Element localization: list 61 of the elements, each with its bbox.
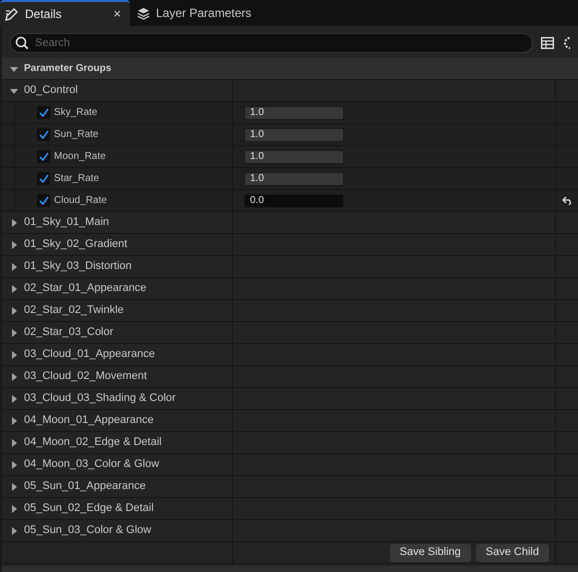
- checkbox[interactable]: [37, 106, 50, 119]
- group-label[interactable]: 02_Star_02_Twinkle: [24, 302, 124, 319]
- caret-right-icon[interactable]: [10, 526, 18, 534]
- group-label[interactable]: 01_Sky_02_Gradient: [24, 236, 128, 253]
- checkbox[interactable]: [37, 194, 50, 207]
- caret-right-icon[interactable]: [10, 504, 18, 512]
- section-title: Parameter Groups: [24, 62, 112, 76]
- group-label[interactable]: 03_Cloud_03_Shading & Color: [24, 390, 176, 407]
- value-field[interactable]: 1.0: [244, 106, 344, 120]
- checkbox[interactable]: [37, 150, 50, 163]
- parameter-label: Sun_Rate: [54, 128, 98, 142]
- value-field[interactable]: 1.0: [244, 128, 344, 142]
- search-icon: [15, 36, 29, 50]
- group-label[interactable]: 04_Moon_02_Edge & Detail: [24, 434, 162, 451]
- group-label[interactable]: 04_Moon_03_Color & Glow: [24, 456, 160, 473]
- group-label[interactable]: 05_Sun_02_Edge & Detail: [24, 500, 154, 517]
- caret-right-icon[interactable]: [10, 482, 18, 490]
- group-label[interactable]: 01_Sky_01_Main: [24, 214, 110, 231]
- group-label[interactable]: 05_Sun_03_Color & Glow: [24, 522, 152, 539]
- caret-right-icon[interactable]: [10, 438, 18, 446]
- parameter-label: Moon_Rate: [54, 150, 106, 164]
- caret-right-icon[interactable]: [10, 262, 18, 270]
- parameter-label: Sky_Rate: [54, 106, 98, 120]
- checkbox[interactable]: [37, 172, 50, 185]
- group-label[interactable]: 04_Moon_01_Appearance: [24, 412, 154, 429]
- value-field[interactable]: 0.0: [244, 194, 344, 208]
- value-field[interactable]: 1.0: [244, 150, 344, 164]
- caret-right-icon[interactable]: [10, 218, 18, 226]
- panel-tab[interactable]: Layer Parameters: [132, 0, 256, 26]
- save-button[interactable]: Save Sibling: [390, 544, 471, 562]
- caret-right-icon[interactable]: [10, 284, 18, 292]
- close-button[interactable]: ×: [109, 4, 125, 24]
- caret-down-icon[interactable]: [10, 64, 18, 72]
- caret-right-icon[interactable]: [10, 416, 18, 424]
- caret-down-icon[interactable]: [10, 86, 18, 94]
- section-header[interactable]: Parameter Groups: [2, 58, 578, 80]
- group-label[interactable]: 03_Cloud_01_Appearance: [24, 346, 155, 363]
- group-label[interactable]: 02_Star_01_Appearance: [24, 280, 146, 297]
- caret-right-icon[interactable]: [10, 328, 18, 336]
- group-label[interactable]: 02_Star_03_Color: [24, 324, 114, 341]
- group-label[interactable]: 01_Sky_03_Distortion: [24, 258, 132, 275]
- panel-tab[interactable]: Details ×: [0, 0, 130, 26]
- save-button[interactable]: Save Child: [476, 544, 549, 562]
- pencil-icon: [5, 7, 19, 21]
- caret-right-icon[interactable]: [10, 350, 18, 358]
- value-field[interactable]: 1.0: [244, 172, 344, 186]
- caret-right-icon[interactable]: [10, 394, 18, 402]
- caret-right-icon[interactable]: [10, 240, 18, 248]
- reset-arrow-icon[interactable]: [562, 196, 572, 205]
- table-icon[interactable]: [541, 37, 554, 49]
- caret-right-icon[interactable]: [10, 372, 18, 380]
- parameter-label: Cloud_Rate: [54, 194, 107, 208]
- caret-right-icon[interactable]: [10, 460, 18, 468]
- group-label[interactable]: 03_Cloud_02_Movement: [24, 368, 147, 385]
- group-label[interactable]: 05_Sun_01_Appearance: [24, 478, 146, 495]
- search-field[interactable]: Search: [10, 33, 533, 53]
- caret-right-icon[interactable]: [10, 306, 18, 314]
- parameter-label: Star_Rate: [54, 172, 100, 186]
- checkbox[interactable]: [37, 128, 50, 141]
- layers-icon: [137, 6, 150, 20]
- group-label[interactable]: 00_Control: [24, 82, 78, 99]
